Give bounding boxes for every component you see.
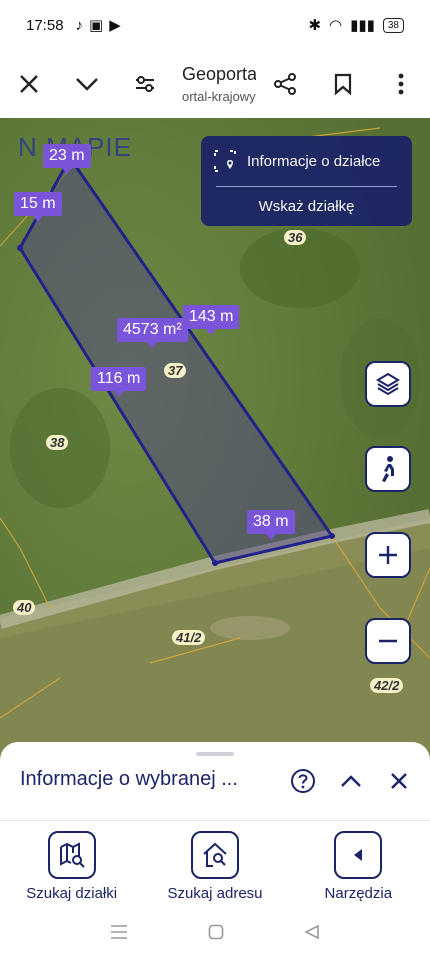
tiktok-icon: ♪ bbox=[75, 16, 84, 34]
more-menu-button[interactable] bbox=[372, 55, 430, 113]
parcel-details-sheet: Informacje o wybranej ... bbox=[0, 742, 430, 820]
notification-icons: ♪ ▣ ▶ bbox=[75, 16, 121, 35]
parcel-number: 40 bbox=[13, 600, 36, 615]
browser-toolbar: Geoportal... ortal-krajowy.pl bbox=[0, 50, 430, 118]
parcel-number: 36 bbox=[284, 230, 307, 245]
page-settings-button[interactable] bbox=[116, 55, 174, 113]
sheet-title: Informacje o wybranej ... bbox=[20, 768, 238, 790]
street-view-button[interactable] bbox=[365, 446, 411, 492]
nav-label: Narzędzia bbox=[324, 885, 393, 902]
measure-left-long: 116 m bbox=[91, 367, 147, 397]
layers-icon bbox=[376, 372, 400, 396]
minus-icon bbox=[379, 639, 397, 643]
parcel-info-title: Informacje o działce bbox=[247, 152, 381, 170]
parcel-info-button[interactable]: Informacje o działce bbox=[201, 136, 412, 186]
expand-sheet-button[interactable] bbox=[336, 766, 366, 796]
page-title: Geoportal... bbox=[182, 64, 256, 84]
signal-icon: ▮▮▮ bbox=[350, 17, 375, 34]
wifi-icon: ◠ bbox=[329, 17, 343, 34]
tune-icon bbox=[136, 76, 154, 92]
parcel-info-panel: Informacje o działce Wskaż działkę bbox=[201, 136, 412, 226]
close-button[interactable] bbox=[0, 55, 58, 113]
measure-right-long: 143 m bbox=[183, 305, 240, 335]
pedestrian-icon bbox=[382, 456, 394, 482]
share-icon bbox=[274, 73, 296, 95]
page-url: ortal-krajowy.pl bbox=[182, 89, 256, 104]
share-button[interactable] bbox=[256, 55, 314, 113]
search-parcel-tab[interactable]: Szukaj działki bbox=[0, 821, 143, 908]
clock: 17:58 bbox=[26, 16, 64, 34]
chevron-left-icon bbox=[354, 849, 363, 861]
measure-left-short: 15 m bbox=[14, 192, 62, 222]
parcel-number: 42/2 bbox=[370, 678, 404, 693]
status-bar: 17:58 ♪ ▣ ▶ ✱ ◠ ▮▮▮ 38 bbox=[0, 0, 430, 50]
bookmark-icon bbox=[334, 73, 352, 95]
drag-handle[interactable] bbox=[196, 752, 234, 756]
menu-icon bbox=[111, 924, 127, 939]
back-button[interactable] bbox=[304, 924, 320, 945]
battery-icon: 38 bbox=[382, 17, 404, 33]
map-search-icon bbox=[59, 842, 85, 868]
system-navigation bbox=[0, 908, 430, 960]
measure-top: 23 m bbox=[43, 144, 91, 174]
address-display[interactable]: Geoportal... ortal-krajowy.pl bbox=[174, 64, 256, 104]
help-button[interactable] bbox=[288, 766, 318, 796]
search-address-tab[interactable]: Szukaj adresu bbox=[143, 821, 286, 908]
recent-apps-button[interactable] bbox=[110, 924, 128, 945]
parcel-number: 41/2 bbox=[172, 630, 206, 645]
parcel-number: 37 bbox=[164, 363, 187, 378]
chevron-down-icon bbox=[76, 78, 98, 91]
point-parcel-button[interactable]: Wskaż działkę bbox=[201, 187, 412, 225]
home-button[interactable] bbox=[208, 924, 224, 945]
home-search-icon bbox=[203, 842, 227, 867]
measure-bottom: 38 m bbox=[247, 510, 295, 540]
bluetooth-icon: ✱ bbox=[308, 17, 322, 34]
layers-button[interactable] bbox=[365, 361, 411, 407]
area-label: 4573 m² bbox=[117, 318, 188, 348]
youtube-icon: ▶ bbox=[109, 17, 121, 34]
back-triangle-icon bbox=[304, 924, 319, 939]
nav-label: Szukaj adresu bbox=[167, 885, 263, 902]
chevron-up-icon bbox=[341, 775, 361, 787]
collapse-button[interactable] bbox=[58, 55, 116, 113]
more-vert-icon bbox=[398, 73, 404, 95]
bookmark-button[interactable] bbox=[314, 55, 372, 113]
nav-label: Szukaj działki bbox=[26, 885, 118, 902]
map-view[interactable]: N MAPIE 23 m 15 m 143 m 4573 m² 116 m 38… bbox=[0, 118, 430, 760]
close-icon bbox=[20, 75, 38, 93]
select-area-pin-icon bbox=[214, 150, 236, 172]
parcel-number: 38 bbox=[46, 435, 69, 450]
zoom-out-button[interactable] bbox=[365, 618, 411, 664]
system-icons: ✱ ◠ ▮▮▮ 38 bbox=[308, 16, 404, 34]
bottom-navigation: Szukaj działki Szukaj adresu Narzędzia bbox=[0, 820, 430, 908]
help-icon bbox=[291, 769, 315, 793]
notification-box-icon: ▣ bbox=[89, 17, 104, 34]
tools-tab[interactable]: Narzędzia bbox=[287, 821, 430, 908]
zoom-in-button[interactable] bbox=[365, 532, 411, 578]
plus-icon bbox=[379, 546, 397, 564]
close-icon bbox=[391, 773, 407, 789]
close-sheet-button[interactable] bbox=[384, 766, 414, 796]
square-icon bbox=[208, 924, 224, 939]
